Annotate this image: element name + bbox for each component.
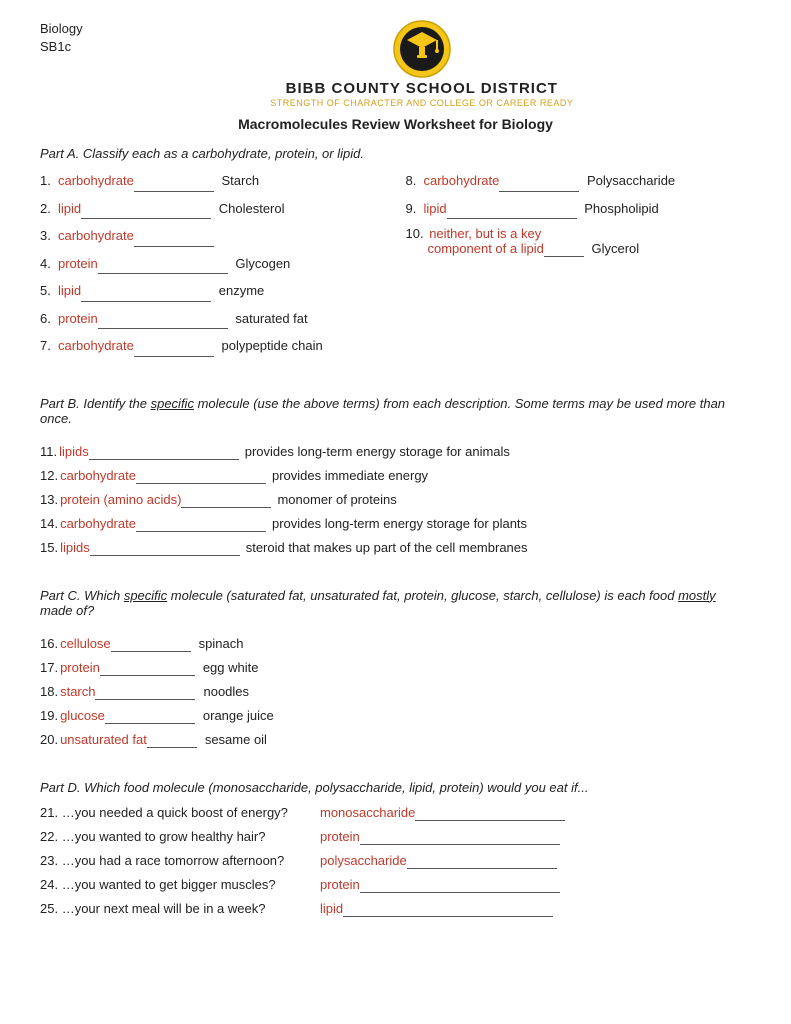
list-item: 1. carbohydrate Starch bbox=[40, 171, 386, 192]
list-item: 10. neither, but is a key component of a… bbox=[406, 226, 752, 257]
school-name: BIBB COUNTY SCHOOL DISTRICT bbox=[286, 80, 558, 97]
list-item: 9. lipid Phospholipid bbox=[406, 199, 752, 220]
list-item: 7. carbohydrate polypeptide chain bbox=[40, 336, 386, 357]
specific-underline2: specific bbox=[124, 588, 167, 603]
list-item: 24. …you wanted to get bigger muscles? p… bbox=[40, 877, 751, 893]
part-c-instruction: Which specific molecule (saturated fat, … bbox=[40, 588, 716, 618]
list-item: 22. …you wanted to grow healthy hair? pr… bbox=[40, 829, 751, 845]
part-b-label: Part B. bbox=[40, 396, 80, 411]
list-item: 8. carbohydrate Polysaccharide bbox=[406, 171, 752, 192]
part-d-header: Part D. Which food molecule (monosacchar… bbox=[40, 780, 751, 795]
list-item: 23. …you had a race tomorrow afternoon? … bbox=[40, 853, 751, 869]
part-a-header: Part A. Classify each as a carbohydrate,… bbox=[40, 146, 751, 161]
list-item: 12. carbohydrate provides immediate ener… bbox=[40, 468, 751, 484]
list-item: 13. protein (amino acids) monomer of pro… bbox=[40, 492, 751, 508]
list-item: 3. carbohydrate bbox=[40, 226, 386, 247]
list-item: 4. protein Glycogen bbox=[40, 254, 386, 275]
part-a-columns: 1. carbohydrate Starch 2. lipid Choleste… bbox=[40, 171, 751, 364]
logo-area: BIBB COUNTY SCHOOL DISTRICT STRENGTH OF … bbox=[93, 20, 751, 108]
list-item: 16. cellulose spinach bbox=[40, 636, 751, 652]
list-item: 17. protein egg white bbox=[40, 660, 751, 676]
specific-underline: specific bbox=[151, 396, 194, 411]
worksheet-title: Macromolecules Review Worksheet for Biol… bbox=[40, 116, 751, 132]
part-d-section: Part D. Which food molecule (monosacchar… bbox=[40, 780, 751, 917]
part-c-section: Part C. Which specific molecule (saturat… bbox=[40, 588, 751, 748]
header: Biology SB1c BIBB COUNTY SCHOOL DISTRICT… bbox=[40, 20, 751, 108]
list-item: 5. lipid enzyme bbox=[40, 281, 386, 302]
part-d-label: Part D. bbox=[40, 780, 80, 795]
part-b-header: Part B. Identify the specific molecule (… bbox=[40, 396, 751, 426]
part-a-section: Part A. Classify each as a carbohydrate,… bbox=[40, 146, 751, 364]
sb1c-text: SB1c bbox=[40, 38, 83, 56]
part-c-label: Part C. bbox=[40, 588, 80, 603]
part-b-section: Part B. Identify the specific molecule (… bbox=[40, 396, 751, 556]
list-item: 6. protein saturated fat bbox=[40, 309, 386, 330]
list-item: 25. …your next meal will be in a week? l… bbox=[40, 901, 751, 917]
school-emblem-icon bbox=[393, 20, 451, 78]
school-tagline: STRENGTH OF CHARACTER AND COLLEGE OR CAR… bbox=[270, 98, 573, 108]
list-item: 2. lipid Cholesterol bbox=[40, 199, 386, 220]
part-a-right-col: 8. carbohydrate Polysaccharide 9. lipid … bbox=[406, 171, 752, 364]
biology-label: Biology SB1c bbox=[40, 20, 83, 56]
biology-text: Biology bbox=[40, 20, 83, 38]
list-item: 21. …you needed a quick boost of energy?… bbox=[40, 805, 751, 821]
list-item: 20. unsaturated fat sesame oil bbox=[40, 732, 751, 748]
part-a-instruction: Classify each as a carbohydrate, protein… bbox=[79, 146, 364, 161]
part-d-instruction: Which food molecule (monosaccharide, pol… bbox=[80, 780, 588, 795]
list-item: 15. lipids steroid that makes up part of… bbox=[40, 540, 751, 556]
list-item: 19. glucose orange juice bbox=[40, 708, 751, 724]
list-item: 14. carbohydrate provides long-term ener… bbox=[40, 516, 751, 532]
mostly-underline: mostly bbox=[678, 588, 716, 603]
part-a-label: Part A. bbox=[40, 146, 79, 161]
list-item: 11. lipids provides long-term energy sto… bbox=[40, 444, 751, 460]
part-b-instruction: Identify the specific molecule (use the … bbox=[40, 396, 725, 426]
list-item: 18. starch noodles bbox=[40, 684, 751, 700]
part-c-header: Part C. Which specific molecule (saturat… bbox=[40, 588, 751, 618]
part-a-left-col: 1. carbohydrate Starch 2. lipid Choleste… bbox=[40, 171, 386, 364]
